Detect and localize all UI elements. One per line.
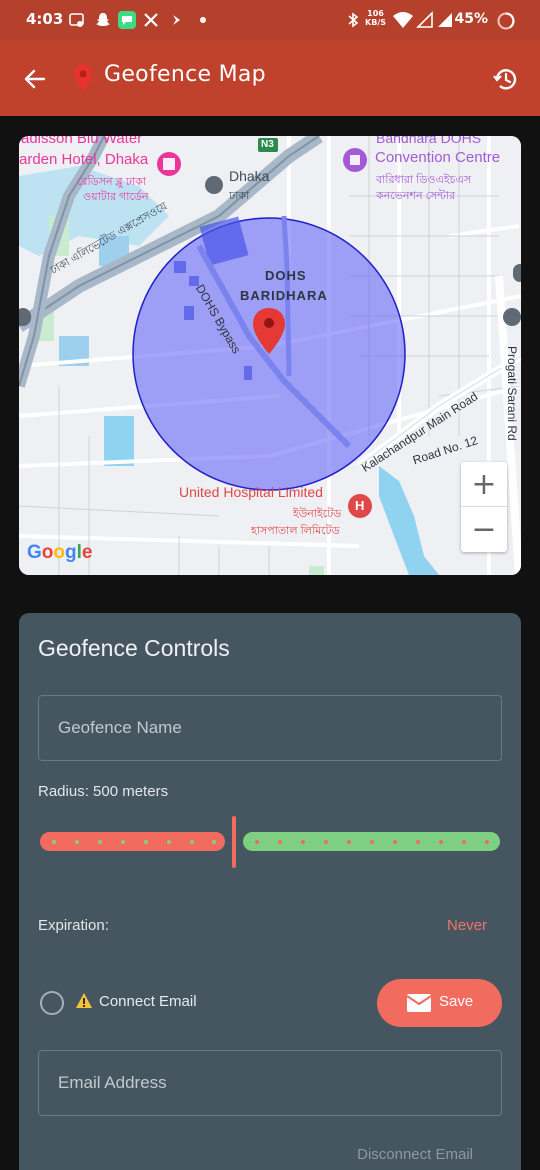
expiration-value[interactable]: Never: [447, 917, 487, 934]
slider-track-inactive: [243, 832, 500, 851]
email-address-input[interactable]: [39, 1051, 501, 1115]
route-badge: N3: [261, 139, 274, 150]
geofence-name-field[interactable]: [38, 695, 502, 761]
geofence-controls-card: Geofence Controls Radius: 500 meters Exp…: [19, 613, 521, 1170]
map-label-hotel-1: adisson Blu Water: [21, 136, 143, 147]
disconnect-email-button[interactable]: Disconnect Email: [357, 1146, 473, 1163]
hospital-marker-icon: H: [355, 498, 365, 513]
map-label-dhaka: Dhaka: [229, 168, 270, 184]
map-label-convention-bn-2: কনভেনশন সেন্টার: [376, 190, 456, 202]
map-pin-icon: [72, 64, 94, 92]
more-dot-icon: [194, 11, 212, 29]
page-title: Geofence Map: [104, 62, 266, 87]
controls-heading: Geofence Controls: [38, 635, 230, 661]
photo-notification-icon: [68, 11, 86, 29]
battery-icon: [496, 11, 516, 30]
save-button[interactable]: Save: [377, 979, 502, 1027]
chat-icon: [118, 11, 136, 29]
wifi-icon: [392, 11, 414, 29]
slider-thumb[interactable]: [232, 816, 236, 868]
map-label-hotel-2: arden Hotel, Dhaka: [19, 151, 149, 168]
signal-2-icon: [436, 11, 454, 29]
history-icon[interactable]: [492, 65, 520, 93]
map-label-hospital: United Hospital Limited: [179, 484, 323, 500]
connect-email-radio[interactable]: [40, 991, 64, 1015]
bluetooth-icon: [344, 11, 362, 29]
network-speed-unit: KB/S: [365, 18, 386, 27]
warning-icon: [75, 992, 93, 1010]
zoom-controls: + −: [461, 462, 507, 552]
slider-track-active: [40, 832, 225, 851]
expiration-label: Expiration:: [38, 917, 109, 934]
zoom-in-button[interactable]: +: [461, 462, 507, 507]
map-label-progati: Progati Sarani Rd: [505, 346, 519, 441]
status-bar: 4:03 106 KB/S 45%: [0, 0, 540, 40]
snapchat-icon: [94, 11, 112, 29]
mail-icon: [406, 993, 432, 1013]
map-label-hotel-bn-2: ওয়াটার গার্ডেন: [83, 191, 149, 203]
connect-email-label: Connect Email: [99, 993, 197, 1010]
zoom-out-button[interactable]: −: [461, 507, 507, 552]
network-speed-value: 106: [367, 9, 384, 18]
geofence-name-input[interactable]: [39, 696, 501, 760]
map-label-baridhara: BARIDHARA: [240, 288, 328, 303]
network-speed: 106 KB/S: [365, 9, 386, 27]
map-label-dhaka-bn: ঢাকা: [229, 190, 250, 202]
battery-percent: 45%: [454, 11, 488, 27]
map-label-convention: Convention Centre: [375, 149, 501, 166]
map-label-dohs: DOHS: [265, 268, 307, 283]
signal-1-icon: [416, 11, 434, 29]
app-bar: Geofence Map: [0, 40, 540, 116]
app-notification-icon: [168, 11, 186, 29]
email-address-field[interactable]: [38, 1050, 502, 1116]
map-label-hospital-bn-2: হাসপাতাল লিমিটেড: [251, 525, 340, 537]
radius-slider[interactable]: [40, 816, 500, 868]
save-label: Save: [439, 993, 474, 1010]
map-view[interactable]: N3 adisson Blu Water arden Hotel, Dhaka …: [19, 136, 521, 575]
back-arrow-icon[interactable]: [22, 66, 48, 92]
map-label-convention-top: Bandhara DOHS: [376, 136, 482, 146]
radius-label: Radius: 500 meters: [38, 783, 169, 800]
x-twitter-icon: [142, 11, 160, 29]
google-logo: Google: [27, 542, 93, 563]
status-time: 4:03: [26, 10, 64, 28]
